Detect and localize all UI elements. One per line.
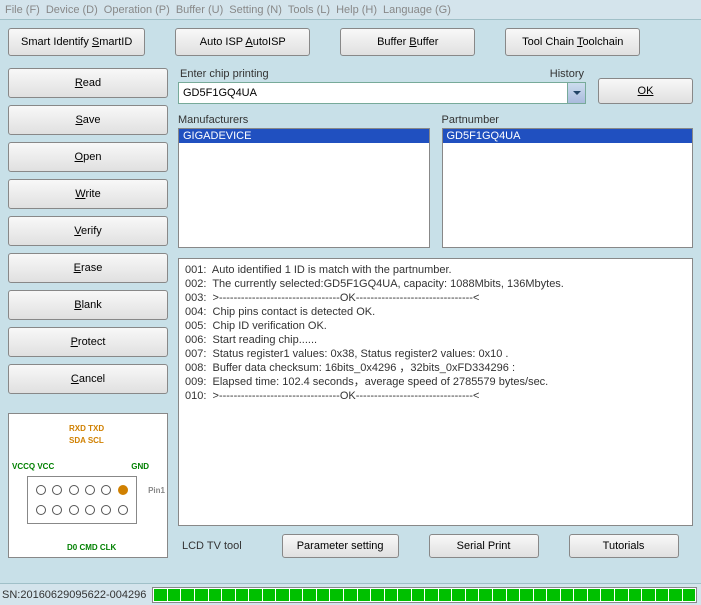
log-line: 006: Start reading chip...... xyxy=(185,333,686,347)
pin xyxy=(69,485,79,495)
log-line: 003: >---------------------------------O… xyxy=(185,291,686,305)
serial-print-button[interactable]: Serial Print xyxy=(429,534,539,558)
manufacturers-label: Manufacturers xyxy=(178,114,430,126)
log-line: 008: Buffer data checksum: 16bits_0x4296… xyxy=(185,361,686,375)
blank-button[interactable]: Blank xyxy=(8,290,168,320)
log-line: 002: The currently selected:GD5F1GQ4UA, … xyxy=(185,277,686,291)
serial-number: SN:20160629095622-004296 xyxy=(0,589,148,601)
top-toolbar: Smart Identify SmartID Auto ISP AutoISP … xyxy=(8,28,693,56)
erase-button[interactable]: Erase xyxy=(8,253,168,283)
chip-dropdown-button[interactable] xyxy=(568,82,586,104)
ok-button[interactable]: OK xyxy=(598,78,693,104)
status-bar: SN:20160629095622-004296 xyxy=(0,583,701,605)
enter-chip-label: Enter chip printing xyxy=(180,68,269,80)
label-sda-scl: SDA SCL xyxy=(69,436,104,445)
pin xyxy=(85,485,95,495)
chip-input[interactable] xyxy=(178,82,568,104)
protect-button[interactable]: Protect xyxy=(8,327,168,357)
menu-buffer[interactable]: Buffer (U) xyxy=(176,4,223,16)
save-button[interactable]: Save xyxy=(8,105,168,135)
log-line: 009: Elapsed time: 102.4 seconds，average… xyxy=(185,375,686,389)
pin xyxy=(69,505,79,515)
pin xyxy=(36,505,46,515)
label-vccq-vcc: VCCQ VCC xyxy=(12,462,54,471)
list-item[interactable]: GIGADEVICE xyxy=(179,129,429,143)
pin xyxy=(36,485,46,495)
parameter-setting-button[interactable]: Parameter setting xyxy=(282,534,399,558)
menu-operation[interactable]: Operation (P) xyxy=(104,4,170,16)
history-label: History xyxy=(550,68,584,80)
menu-setting[interactable]: Setting (N) xyxy=(229,4,282,16)
menu-device[interactable]: Device (D) xyxy=(46,4,98,16)
menu-tools[interactable]: Tools (L) xyxy=(288,4,330,16)
label-rxd-txd: RXD TXD xyxy=(69,424,104,433)
partnumber-label: Partnumber xyxy=(442,114,694,126)
log-panel[interactable]: 001: Auto identified 1 ID is match with … xyxy=(178,258,693,526)
log-line: 007: Status register1 values: 0x38, Stat… xyxy=(185,347,686,361)
open-button[interactable]: Open xyxy=(8,142,168,172)
pin xyxy=(52,485,62,495)
manufacturers-list[interactable]: GIGADEVICE xyxy=(178,128,430,248)
menu-file[interactable]: File (F) xyxy=(5,4,40,16)
buffer-button[interactable]: Buffer Buffer xyxy=(340,28,475,56)
log-line: 005: Chip ID verification OK. xyxy=(185,319,686,333)
menu-language[interactable]: Language (G) xyxy=(383,4,451,16)
footer-toolbar: LCD TV tool Parameter setting Serial Pri… xyxy=(178,534,693,558)
partnumber-list[interactable]: GD5F1GQ4UA xyxy=(442,128,694,248)
pin xyxy=(85,505,95,515)
toolchain-button[interactable]: Tool Chain Toolchain xyxy=(505,28,640,56)
left-sidebar: Read Save Open Write Verify Erase Blank … xyxy=(8,68,168,558)
verify-button[interactable]: Verify xyxy=(8,216,168,246)
menu-help[interactable]: Help (H) xyxy=(336,4,377,16)
cancel-button[interactable]: Cancel xyxy=(8,364,168,394)
log-line: 004: Chip pins contact is detected OK. xyxy=(185,305,686,319)
pin-grid xyxy=(27,476,137,524)
write-button[interactable]: Write xyxy=(8,179,168,209)
label-pin1: Pin1 xyxy=(148,486,165,495)
label-gnd: GND xyxy=(131,462,149,471)
pin xyxy=(101,505,111,515)
label-d0-cmd-clk: D0 CMD CLK xyxy=(67,543,116,552)
tutorials-button[interactable]: Tutorials xyxy=(569,534,679,558)
log-line: 001: Auto identified 1 ID is match with … xyxy=(185,263,686,277)
pin xyxy=(101,485,111,495)
list-item[interactable]: GD5F1GQ4UA xyxy=(443,129,693,143)
pin xyxy=(52,505,62,515)
pin xyxy=(118,505,128,515)
pin-1-marker xyxy=(118,485,128,495)
menubar: File (F) Device (D) Operation (P) Buffer… xyxy=(0,0,701,20)
read-button[interactable]: Read xyxy=(8,68,168,98)
lcd-tv-tool-label: LCD TV tool xyxy=(182,540,242,552)
pin-diagram: RXD TXD SDA SCL VCCQ VCC GND Pin1 D0 CMD… xyxy=(8,413,168,558)
log-line: 010: >---------------------------------O… xyxy=(185,389,686,403)
auto-isp-button[interactable]: Auto ISP AutoISP xyxy=(175,28,310,56)
progress-bar xyxy=(152,587,697,603)
smart-identify-button[interactable]: Smart Identify SmartID xyxy=(8,28,145,56)
